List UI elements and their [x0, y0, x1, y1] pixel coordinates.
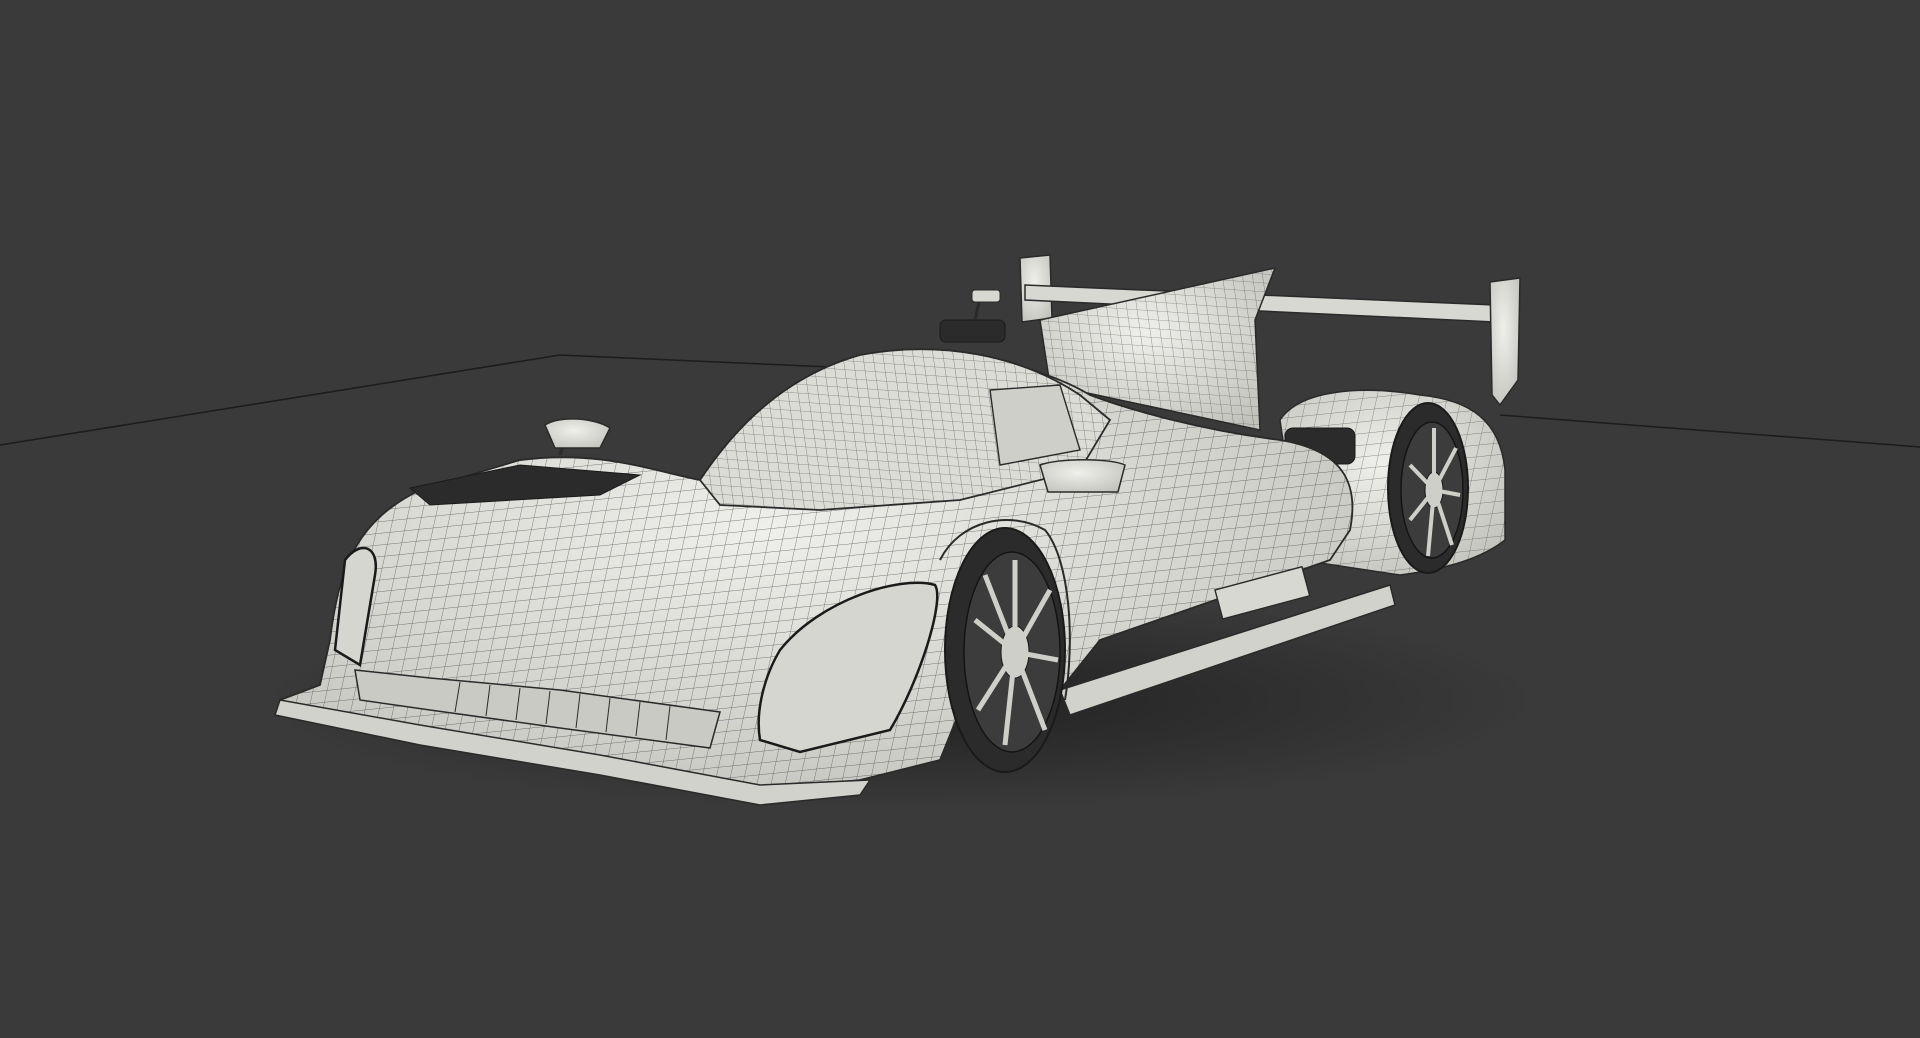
- rear-wheel: [1387, 402, 1469, 574]
- front-wheel: [944, 527, 1066, 773]
- render-scene: [0, 254, 1920, 810]
- right-mirror: [1039, 459, 1126, 493]
- 3d-viewport[interactable]: [0, 0, 1920, 1038]
- roof-antenna: [971, 289, 1001, 303]
- left-mirror: [544, 418, 611, 456]
- roof-intake: [939, 319, 1006, 343]
